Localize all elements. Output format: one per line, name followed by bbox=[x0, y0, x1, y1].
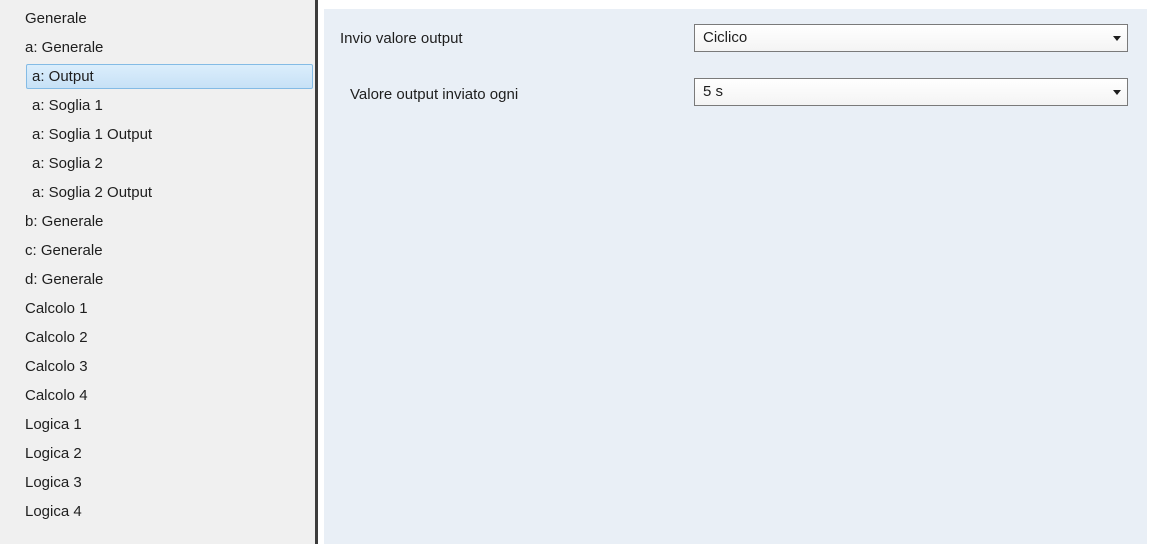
parameter-tree-list: Generale a: Generale a: Output a: Soglia 1 a… bbox=[0, 0, 315, 527]
sidebar-item[interactable]: Logica 3 bbox=[0, 469, 315, 498]
sidebar-item[interactable]: Logica 4 bbox=[0, 498, 315, 527]
sidebar-item-label: Logica 2 bbox=[25, 445, 82, 462]
invio-valore-output-label: Invio valore output bbox=[340, 30, 463, 47]
sidebar-item[interactable]: a: Generale bbox=[0, 34, 315, 63]
sidebar-item[interactable]: Logica 1 bbox=[0, 411, 315, 440]
sidebar-item[interactable]: Calcolo 2 bbox=[0, 324, 315, 353]
invio-valore-output-value: Ciclico bbox=[703, 29, 748, 46]
valore-output-inviato-ogni-dropdown[interactable]: 5 s bbox=[694, 78, 1128, 106]
sidebar-item[interactable]: Calcolo 1 bbox=[0, 295, 315, 324]
sidebar-item[interactable]: a: Soglia 2 Output bbox=[0, 179, 315, 208]
invio-valore-output-dropdown[interactable]: Ciclico bbox=[694, 24, 1128, 52]
sidebar-item[interactable]: a: Soglia 1 Output bbox=[0, 121, 315, 150]
sidebar-item-label: b: Generale bbox=[25, 213, 104, 230]
parameter-panel-body: Invio valore output Ciclico Valore outpu… bbox=[324, 9, 1147, 544]
sidebar-item[interactable]: a: Soglia 2 bbox=[0, 150, 315, 179]
sidebar-item-label: Calcolo 3 bbox=[25, 358, 88, 375]
sidebar-item-label: Logica 3 bbox=[25, 474, 82, 491]
sidebar-item-label: Logica 4 bbox=[25, 503, 82, 520]
chevron-down-icon bbox=[1113, 36, 1121, 41]
sidebar-item[interactable]: Logica 2 bbox=[0, 440, 315, 469]
sidebar-item[interactable]: d: Generale bbox=[0, 266, 315, 295]
sidebar-item-label: d: Generale bbox=[25, 271, 104, 288]
sidebar-item-label: a: Output bbox=[32, 68, 94, 85]
app-window: Generale a: Generale a: Output a: Soglia 1 a… bbox=[0, 0, 1152, 544]
sidebar-item-label: Generale bbox=[25, 10, 87, 27]
chevron-down-icon bbox=[1113, 90, 1121, 95]
sidebar-item-label: a: Soglia 1 bbox=[32, 97, 103, 114]
sidebar-item[interactable]: a: Soglia 1 bbox=[0, 92, 315, 121]
sidebar-item[interactable]: Calcolo 4 bbox=[0, 382, 315, 411]
sidebar-item-label: Logica 1 bbox=[25, 416, 82, 433]
sidebar-item-label: Calcolo 4 bbox=[25, 387, 88, 404]
parameter-tree: Generale a: Generale a: Output a: Soglia 1 a… bbox=[0, 0, 315, 544]
sidebar-item[interactable]: Calcolo 3 bbox=[0, 353, 315, 382]
sidebar-item[interactable]: b: Generale bbox=[0, 208, 315, 237]
sidebar-item-label: Calcolo 2 bbox=[25, 329, 88, 346]
sidebar-item[interactable]: a: Output bbox=[0, 63, 315, 92]
sidebar-item-label: c: Generale bbox=[25, 242, 103, 259]
sidebar-item[interactable]: c: Generale bbox=[0, 237, 315, 266]
sidebar-item[interactable]: Generale bbox=[0, 5, 315, 34]
parameter-panel: Invio valore output Ciclico Valore outpu… bbox=[318, 0, 1152, 544]
sidebar-item-label: a: Generale bbox=[25, 39, 104, 56]
valore-output-inviato-ogni-value: 5 s bbox=[703, 83, 724, 100]
valore-output-inviato-ogni-label: Valore output inviato ogni bbox=[350, 86, 519, 103]
sidebar-item-label: a: Soglia 2 Output bbox=[32, 184, 153, 201]
sidebar-item-label: Calcolo 1 bbox=[25, 300, 88, 317]
sidebar-item-label: a: Soglia 1 Output bbox=[32, 126, 153, 143]
sidebar-item-label: a: Soglia 2 bbox=[32, 155, 103, 172]
